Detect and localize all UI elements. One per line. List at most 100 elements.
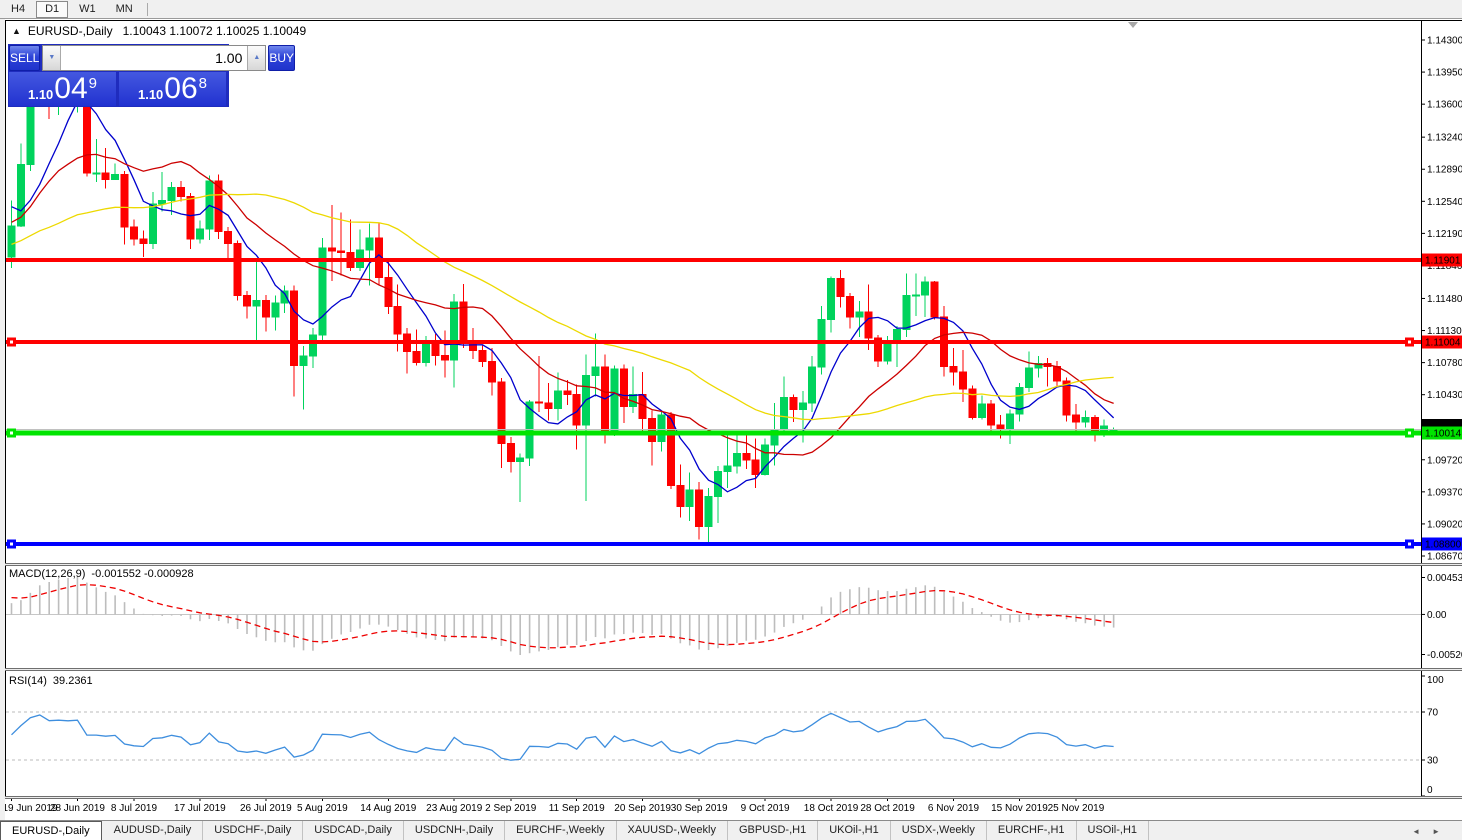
candle (931, 281, 938, 319)
horizontal-level-line[interactable] (6, 430, 1421, 435)
tab-usdcnh-daily[interactable]: USDCNH-,Daily (404, 821, 505, 840)
horizontal-level-line[interactable] (6, 258, 1421, 262)
candle (319, 238, 326, 342)
candle (573, 385, 580, 450)
volume-decrease-icon[interactable]: ▼ (43, 46, 61, 70)
horizontal-level-line[interactable] (6, 542, 1421, 546)
candle (1007, 409, 1014, 444)
candle (178, 181, 185, 201)
candle-body (837, 278, 844, 296)
candle (969, 386, 976, 420)
candle-body (168, 188, 175, 201)
rsi-panel-divider[interactable] (5, 668, 1462, 671)
candle-body (413, 352, 420, 363)
rsi-line (12, 713, 1114, 760)
one-click-toggle-icon[interactable]: ▲ (12, 26, 21, 36)
candle-body (234, 243, 241, 295)
sell-price[interactable]: 1.10 04 9 (9, 72, 116, 106)
hline-handle[interactable] (1405, 338, 1414, 347)
candle (404, 328, 411, 374)
candle-body (545, 403, 552, 408)
volume-stepper: ▼ ▲ (42, 45, 266, 71)
hline-handle[interactable] (1405, 428, 1414, 437)
hline-handle[interactable] (7, 338, 16, 347)
candle-body (479, 351, 486, 362)
volume-input[interactable] (61, 46, 247, 70)
candle (724, 435, 731, 488)
candle-body (611, 369, 618, 430)
candle-body (884, 343, 891, 360)
tab-usdx-weekly[interactable]: USDX-,Weekly (891, 821, 987, 840)
candle (140, 231, 147, 258)
candle-body (262, 300, 269, 316)
candle-body (856, 312, 863, 317)
candle-body (997, 425, 1004, 429)
candle (545, 383, 552, 421)
price-axis-label: 1.12890 (1427, 165, 1462, 176)
tab-scroll-left-icon[interactable]: ◄ (1412, 827, 1420, 836)
horizontal-level-line[interactable] (6, 340, 1421, 344)
candle-body (752, 460, 759, 475)
tab-xauusd-weekly[interactable]: XAUUSD-,Weekly (617, 821, 728, 840)
sell-button[interactable]: SELL (9, 45, 40, 71)
timeframe-button-d1[interactable]: D1 (36, 1, 68, 18)
candle (1091, 415, 1098, 442)
macd-values: -0.001552 -0.000928 (91, 568, 193, 580)
hline-handle-dot (1408, 543, 1411, 546)
candle (649, 410, 656, 465)
candle-body (799, 403, 806, 409)
candle (1072, 404, 1079, 431)
hline-handle-dot (1408, 341, 1411, 344)
hline-handle-dot (10, 543, 13, 546)
hline-handle[interactable] (7, 540, 16, 549)
candle-body (121, 175, 128, 227)
date-axis-label: 11 Sep 2019 (549, 803, 605, 814)
candle-body (988, 404, 995, 425)
timeframe-button-h4[interactable]: H4 (2, 1, 34, 18)
tab-usoil-h1[interactable]: USOil-,H1 (1077, 821, 1150, 840)
toolbar-separator (147, 3, 148, 16)
one-click-trade-panel: SELL ▼ ▲ BUY 1.10 04 9 1.10 06 8 (8, 44, 229, 107)
buy-price[interactable]: 1.10 06 8 (119, 72, 226, 106)
candle-body (8, 226, 15, 257)
hline-handle[interactable] (1405, 540, 1414, 549)
macd-panel-divider[interactable] (5, 563, 1462, 566)
volume-increase-icon[interactable]: ▲ (247, 46, 265, 70)
tab-ukoil-h1[interactable]: UKOil-,H1 (818, 821, 891, 840)
tab-audusd-daily[interactable]: AUDUSD-,Daily (103, 821, 204, 840)
tab-eurchf-h1[interactable]: EURCHF-,H1 (987, 821, 1077, 840)
price-axis-label: 1.13950 (1427, 68, 1462, 79)
price-axis-label: 1.10780 (1427, 358, 1462, 369)
tab-eurchf-weekly[interactable]: EURCHF-,Weekly (505, 821, 616, 840)
candle-body (592, 367, 599, 375)
candle (1035, 356, 1042, 377)
candle-body (291, 291, 298, 365)
date-axis-label: 18 Oct 2019 (804, 803, 859, 814)
candle (988, 400, 995, 432)
timeframe-button-w1[interactable]: W1 (70, 1, 105, 18)
candle-body (554, 391, 561, 408)
hline-handle[interactable] (7, 428, 16, 437)
tab-scroll-right-icon[interactable]: ► (1432, 827, 1440, 836)
candle (686, 473, 693, 522)
tab-eurusd-daily[interactable]: EURUSD-,Daily (0, 821, 102, 840)
candle-body (959, 372, 966, 389)
candle (752, 439, 759, 488)
tab-usdcad-daily[interactable]: USDCAD-,Daily (303, 821, 404, 840)
date-axis-label: 8 Jul 2019 (111, 803, 158, 814)
candle-body (272, 303, 279, 317)
tab-gbpusd-h1[interactable]: GBPUSD-,H1 (728, 821, 818, 840)
candle (828, 276, 835, 332)
tab-usdchf-daily[interactable]: USDCHF-,Daily (203, 821, 303, 840)
timeframe-button-mn[interactable]: MN (107, 1, 142, 18)
price-axis-label: 1.13600 (1427, 100, 1462, 111)
candle-body (83, 100, 90, 173)
candle (244, 291, 251, 318)
candle-body (780, 397, 787, 429)
macd-axis-label: 0.00 (1427, 610, 1447, 621)
chart-shift-marker[interactable] (1128, 22, 1138, 28)
macd-signal-line (12, 585, 1114, 648)
level-price-axis-label-text: 1.08800 (1425, 540, 1462, 551)
buy-button[interactable]: BUY (268, 45, 295, 71)
candle (253, 262, 260, 342)
